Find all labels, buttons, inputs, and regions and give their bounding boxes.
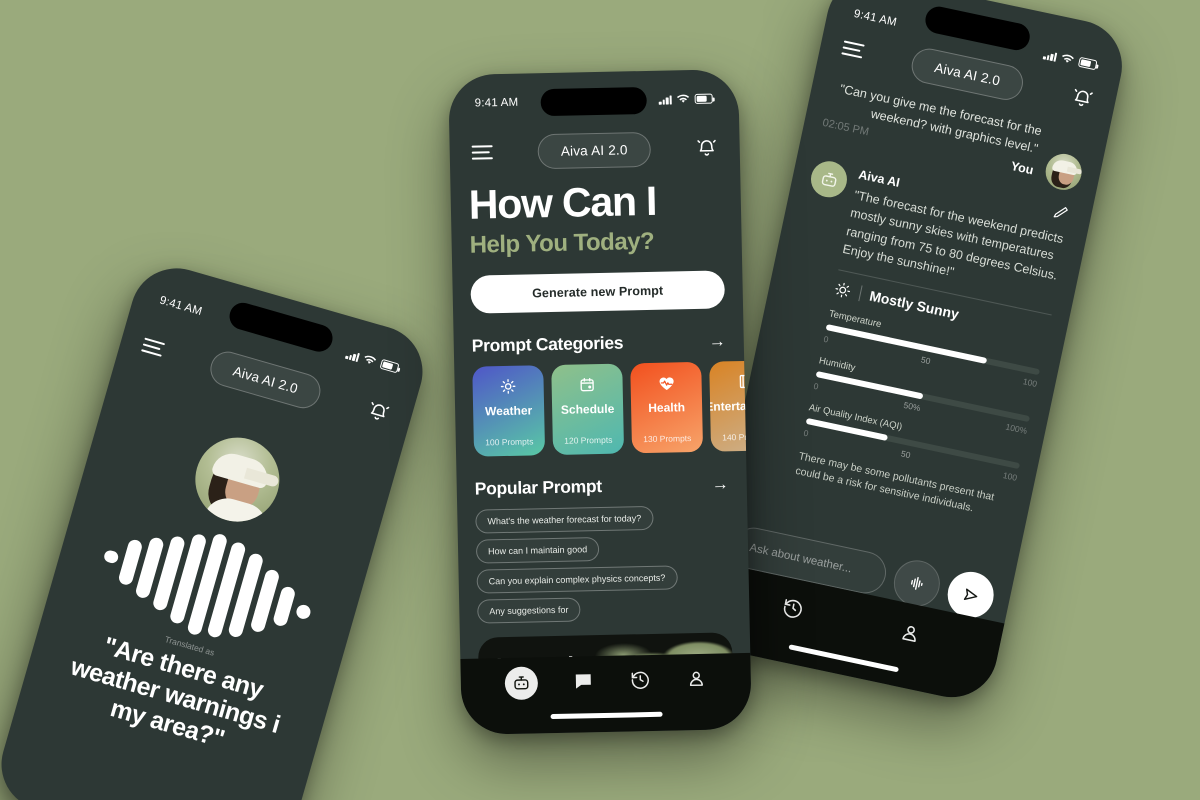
category-card-list: Weather 100 Prompts Schedule 120 Prompts Hea…	[472, 359, 752, 457]
mockup-stage: 9:41 AM Aiva AI 2.0 Translated as "Are t…	[0, 0, 1200, 800]
category-count: 140 Prompts	[722, 431, 752, 443]
category-card-weather[interactable]: Weather 100 Prompts	[472, 364, 546, 457]
menu-icon[interactable]	[140, 337, 166, 358]
bottom-tab-bar	[460, 652, 752, 735]
waveform-bar	[102, 549, 120, 565]
bell-icon[interactable]	[365, 398, 392, 426]
popular-arrow-icon[interactable]: →	[712, 474, 729, 493]
prompt-chip[interactable]: Can you explain complex physics concepts…	[476, 565, 678, 594]
metric-max: 100	[1002, 469, 1019, 483]
prompt-chip[interactable]: How can I maintain good	[475, 536, 600, 564]
category-count: 100 Prompts	[485, 435, 534, 447]
battery-icon	[694, 93, 713, 104]
tab-history[interactable]	[780, 595, 806, 621]
category-name: Weather	[484, 403, 533, 418]
assistant-message: Aiva AI "The forecast for the weekend pr…	[749, 158, 1073, 524]
cellular-icon	[659, 94, 672, 105]
voice-body: Translated as "Are there any weather war…	[0, 381, 398, 800]
metric-max: 100	[1022, 375, 1039, 389]
metric-mid: 50	[900, 448, 912, 460]
bell-icon[interactable]	[695, 136, 717, 159]
status-time: 9:41 AM	[158, 294, 204, 319]
tab-profile[interactable]	[897, 620, 923, 646]
bell-icon[interactable]	[1069, 85, 1095, 112]
phone-home-screen: 9:41 AM Aiva AI 2.0 How Can I Help You T…	[448, 69, 752, 735]
calendar-icon	[578, 375, 595, 395]
tab-profile[interactable]	[686, 668, 707, 689]
prompt-chip[interactable]: What's the weather forecast for today?	[475, 505, 654, 534]
cellular-icon	[1042, 49, 1058, 62]
tab-history[interactable]	[629, 669, 650, 690]
categories-arrow-icon[interactable]: →	[709, 331, 726, 350]
home-indicator	[788, 644, 899, 673]
category-count: 130 Prompts	[643, 432, 692, 444]
status-time: 9:41 AM	[474, 96, 519, 110]
waveform-bar	[271, 585, 297, 628]
prompt-chip[interactable]: Any suggestions for	[477, 597, 581, 624]
waveform-bar	[294, 603, 313, 621]
page-title-line1: How Can I	[468, 177, 657, 228]
metric-mid: 50	[920, 354, 932, 366]
category-card-health[interactable]: Health 130 Prompts	[630, 361, 704, 453]
brand-pill[interactable]: Aiva AI 2.0	[537, 131, 651, 169]
status-icons	[345, 349, 400, 374]
metric-max: 100%	[1004, 421, 1029, 436]
category-card-schedule[interactable]: Schedule 120 Prompts	[551, 363, 625, 455]
avatar	[1042, 150, 1085, 194]
user-label: You	[1009, 159, 1035, 178]
heart-pulse-icon	[657, 373, 675, 393]
battery-icon	[379, 359, 400, 374]
cellular-icon	[345, 349, 361, 363]
pencil-icon[interactable]	[1050, 203, 1070, 223]
category-name: Health	[648, 399, 686, 415]
status-icons	[659, 93, 713, 105]
metric-min: 0	[812, 380, 820, 392]
status-time: 9:41 AM	[852, 7, 898, 29]
tab-assistant[interactable]	[504, 666, 538, 701]
wifi-icon	[364, 355, 377, 364]
popular-prompt-chips: What's the weather forecast for today? Ho…	[475, 504, 731, 624]
metric-min: 0	[802, 427, 810, 439]
popular-section-header: Popular Prompt →	[475, 473, 729, 499]
generate-prompt-button[interactable]: Generate new Prompt	[470, 269, 726, 314]
battery-icon	[1077, 57, 1098, 71]
home-body: How Can I Help You Today? Generate new P…	[450, 173, 752, 735]
popular-title: Popular Prompt	[474, 475, 603, 499]
tab-chat[interactable]	[573, 670, 594, 691]
metric-min: 0	[822, 333, 830, 345]
page-title-line2: Help You Today?	[469, 227, 655, 259]
sun-icon	[499, 376, 516, 396]
categories-section-header: Prompt Categories →	[472, 330, 726, 356]
menu-icon[interactable]	[471, 144, 493, 160]
sun-icon	[835, 282, 851, 298]
robot-avatar-icon	[807, 158, 851, 201]
home-indicator	[550, 711, 663, 720]
menu-icon[interactable]	[841, 40, 865, 59]
wifi-icon	[1062, 54, 1074, 63]
category-name: Schedule	[560, 401, 615, 417]
wifi-icon	[676, 94, 690, 103]
phone-chat-screen: 9:41 AM Aiva AI 2.0 02:05 PM "Can you gi…	[693, 0, 1131, 706]
metric-mid: 50%	[902, 399, 922, 413]
category-count: 120 Prompts	[564, 434, 613, 446]
categories-title: Prompt Categories	[471, 332, 624, 356]
notch	[540, 86, 647, 117]
app-bar: Aiva AI 2.0	[449, 125, 740, 175]
assistant-message-text: "The forecast for the weekend predicts m…	[841, 188, 1065, 283]
brand-pill[interactable]: Aiva AI 2.0	[206, 347, 325, 412]
phone-voice-screen: 9:41 AM Aiva AI 2.0 Translated as "Are t…	[0, 257, 434, 800]
avatar	[185, 427, 290, 532]
status-icons	[1042, 49, 1098, 71]
